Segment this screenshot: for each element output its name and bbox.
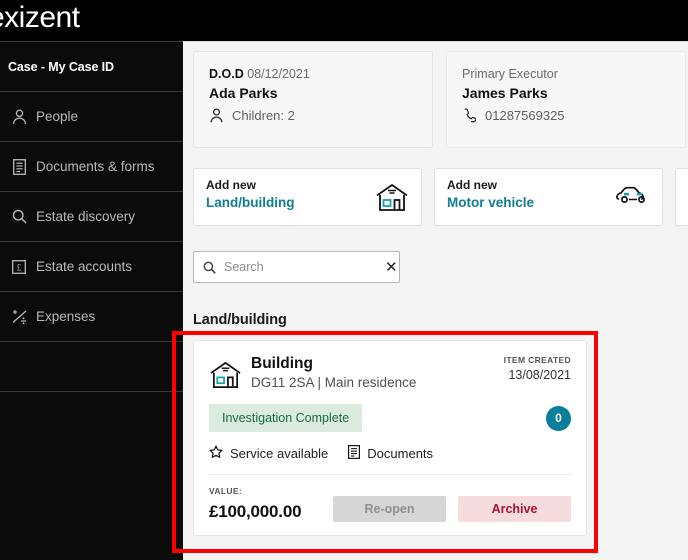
star-icon bbox=[209, 445, 223, 462]
meta-label: Service available bbox=[230, 446, 329, 461]
executor-phone: 01287569325 bbox=[485, 108, 565, 123]
sidebar-nav: Case - My Case ID People Documents & for… bbox=[0, 41, 183, 560]
value-label: VALUE: bbox=[209, 486, 243, 496]
sidebar-item-case[interactable]: Case - My Case ID bbox=[0, 42, 183, 92]
children-count: Children: 2 bbox=[232, 108, 295, 123]
item-created-value: 13/08/2021 bbox=[508, 368, 571, 382]
brand-logo[interactable]: exizent bbox=[0, 1, 80, 35]
dod-value: 08/12/2021 bbox=[247, 67, 310, 81]
asset-card-footer: VALUE: £100,000.00 Re-open Archive bbox=[209, 486, 571, 522]
plus-minus-divide-icon bbox=[8, 307, 30, 327]
count-badge[interactable]: 0 bbox=[546, 405, 571, 431]
section-title-land-building: Land/building bbox=[193, 312, 287, 328]
executor-name: James Parks bbox=[462, 85, 548, 101]
summary-cards-row: D.O.D 08/12/2021 Ada Parks Children: 2 P… bbox=[193, 51, 688, 148]
asset-card-building[interactable]: Building DG11 2SA | Main residence ITEM … bbox=[193, 340, 587, 536]
children-row: Children: 2 bbox=[209, 108, 432, 123]
search-bar[interactable]: ✕ bbox=[193, 251, 400, 283]
add-new-motor-vehicle-tile[interactable]: Add new Motor vehicle bbox=[434, 168, 663, 226]
status-badge: Investigation Complete bbox=[209, 404, 363, 432]
person-icon bbox=[8, 107, 30, 127]
sidebar-item-documents-forms[interactable]: Documents & forms bbox=[0, 142, 183, 192]
asset-subtitle: DG11 2SA | Main residence bbox=[251, 374, 417, 390]
close-icon[interactable]: ✕ bbox=[385, 260, 398, 275]
value-block: VALUE: £100,000.00 bbox=[209, 486, 302, 522]
dod-label: D.O.D bbox=[209, 67, 244, 81]
sidebar-item-label: Estate discovery bbox=[36, 209, 136, 224]
item-created-label: ITEM CREATED bbox=[503, 355, 571, 365]
sidebar-item-people[interactable]: People bbox=[0, 92, 183, 142]
archive-button[interactable]: Archive bbox=[458, 496, 571, 522]
document-icon bbox=[8, 157, 30, 177]
executor-phone-row: 01287569325 bbox=[462, 108, 685, 123]
meta-label: Documents bbox=[367, 446, 434, 461]
asset-card-titles: Building DG11 2SA | Main residence bbox=[251, 355, 416, 390]
asset-meta-row: Service available Documents bbox=[209, 445, 571, 462]
app-window: exizent Case - My Case ID People bbox=[0, 0, 688, 560]
sidebar-item-estate-accounts[interactable]: £ Estate accounts bbox=[0, 242, 183, 292]
person-icon bbox=[209, 108, 223, 123]
main-content: D.O.D 08/12/2021 Ada Parks Children: 2 P… bbox=[183, 41, 688, 560]
reopen-button[interactable]: Re-open bbox=[333, 496, 446, 522]
car-icon bbox=[616, 182, 650, 212]
search-icon bbox=[203, 261, 216, 274]
sidebar-item-label: Documents & forms bbox=[36, 159, 155, 174]
sidebar-item-label: Expenses bbox=[36, 309, 96, 324]
search-input[interactable] bbox=[224, 260, 385, 274]
service-available-item[interactable]: Service available bbox=[209, 445, 328, 462]
asset-title: Building bbox=[251, 355, 313, 372]
sidebar-case-label: Case - My Case ID bbox=[8, 59, 114, 74]
dod-line: D.O.D 08/12/2021 bbox=[209, 67, 432, 81]
item-created-block: ITEM CREATED 13/08/2021 bbox=[504, 355, 571, 382]
sidebar-item-label: Estate accounts bbox=[36, 259, 133, 274]
sidebar-item-label: People bbox=[36, 109, 79, 124]
house-icon bbox=[375, 182, 409, 212]
add-new-bank-tile[interactable]: Add ne Bank bbox=[675, 168, 688, 226]
house-icon bbox=[209, 358, 242, 392]
value-amount: £100,000.00 bbox=[209, 502, 302, 521]
add-new-land-building-tile[interactable]: Add new Land/building bbox=[193, 168, 422, 226]
documents-item[interactable]: Documents bbox=[348, 445, 433, 462]
top-header-bar: exizent bbox=[0, 0, 688, 41]
executor-summary-card[interactable]: Primary Executor James Parks 01287569325 bbox=[446, 51, 686, 148]
document-icon bbox=[348, 445, 361, 462]
sidebar-item-extra[interactable] bbox=[0, 342, 183, 392]
sidebar-item-estate-discovery[interactable]: Estate discovery bbox=[0, 192, 183, 242]
asset-card-header: Building DG11 2SA | Main residence ITEM … bbox=[209, 355, 571, 392]
deceased-name: Ada Parks bbox=[209, 85, 278, 101]
svg-text:£: £ bbox=[17, 262, 22, 272]
phone-icon bbox=[462, 108, 476, 123]
add-new-tiles-row: Add new Land/building Add new Motor vehi… bbox=[193, 168, 688, 226]
asset-card-actions: Re-open Archive bbox=[333, 496, 571, 522]
pound-box-icon: £ bbox=[8, 257, 30, 277]
sidebar-item-expenses[interactable]: Expenses bbox=[0, 292, 183, 342]
divider bbox=[209, 474, 571, 475]
deceased-summary-card[interactable]: D.O.D 08/12/2021 Ada Parks Children: 2 bbox=[193, 51, 433, 148]
search-icon bbox=[8, 207, 30, 227]
asset-status-row: Investigation Complete 0 bbox=[209, 404, 571, 432]
executor-label: Primary Executor bbox=[462, 67, 558, 81]
